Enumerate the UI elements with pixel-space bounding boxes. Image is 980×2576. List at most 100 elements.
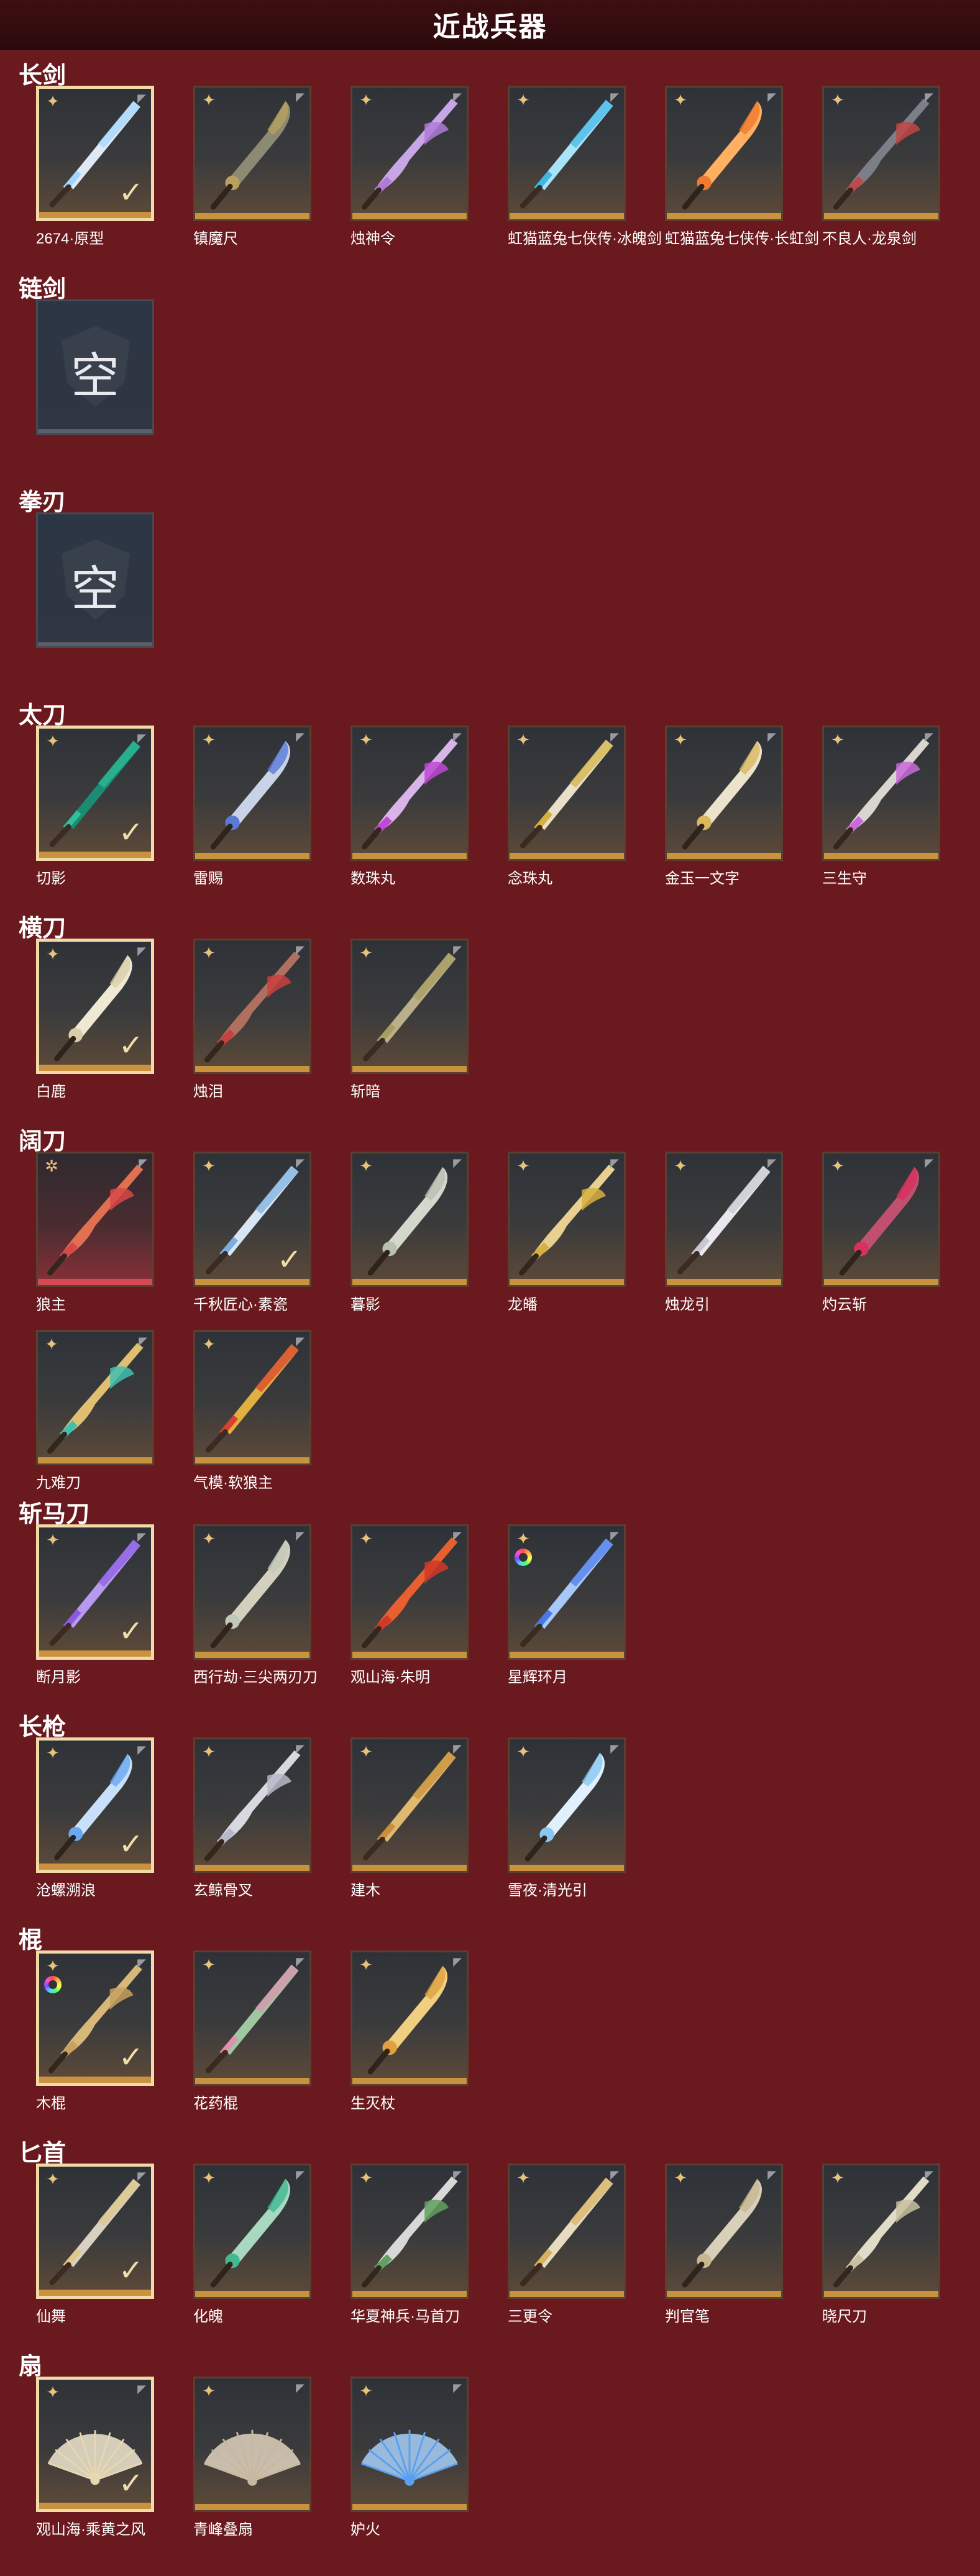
- weapon-card[interactable]: ◤ ✦ ✓: [36, 1524, 154, 1660]
- rarity-bar: [510, 213, 624, 219]
- weapon-slot[interactable]: ◤ ✦ 龙皤: [508, 1152, 630, 1332]
- weapon-card[interactable]: ◤ ✲: [36, 1152, 154, 1287]
- weapon-slot[interactable]: ◤ ✦ 暮影: [350, 1152, 472, 1332]
- corner-mark-icon: ◤: [296, 1335, 305, 1347]
- weapon-slot[interactable]: 空: [36, 299, 158, 480]
- weapon-card[interactable]: ◤ ✦: [193, 2377, 311, 2512]
- corner-mark-icon: ◤: [296, 1955, 305, 1968]
- weapon-card[interactable]: ◤ ✦: [665, 726, 783, 861]
- weapon-slot[interactable]: ◤ ✦ 判官笔: [665, 2164, 787, 2344]
- weapon-name: 雪夜·清光引: [508, 1882, 587, 1899]
- weapon-name: 数珠丸: [350, 870, 395, 887]
- weapon-slot[interactable]: ◤ ✦ ✓ 观山海·乘黄之风: [36, 2377, 158, 2557]
- weapon-card[interactable]: ◤ ✦: [193, 1330, 311, 1465]
- weapon-slot[interactable]: ◤ ✦ 不良人·龙泉剑: [822, 86, 944, 266]
- weapon-card[interactable]: ◤ ✦ ✓: [36, 2164, 154, 2299]
- check-icon: ✓: [118, 176, 144, 209]
- weapon-slot[interactable]: ◤ ✦ 三更令: [508, 2164, 630, 2344]
- weapon-slot[interactable]: ◤ ✦ 花药棍: [193, 1950, 315, 2131]
- weapon-card[interactable]: ◤ ✦ ✓: [36, 1737, 154, 1873]
- weapon-card[interactable]: ◤ ✦: [508, 726, 626, 861]
- weapon-card[interactable]: ◤ ✦: [508, 86, 626, 221]
- weapon-card[interactable]: ◤ ✦: [193, 86, 311, 221]
- weapon-card[interactable]: ◤ ✦: [350, 939, 469, 1074]
- weapon-card[interactable]: ◤ ✦: [822, 2164, 940, 2299]
- weapon-slot[interactable]: ◤ ✦ 青峰叠扇: [193, 2377, 315, 2557]
- weapon-slot[interactable]: ◤ ✦ ✓ 仙舞: [36, 2164, 158, 2344]
- weapon-slot[interactable]: ◤ ✦ ✓ 白鹿: [36, 939, 158, 1119]
- weapon-slot[interactable]: ◤ ✦ ✓ 沧螺溯浪: [36, 1737, 158, 1918]
- weapon-card[interactable]: ◤ ✦ ✓: [36, 1950, 154, 2086]
- weapon-slot[interactable]: ◤ ✦ 观山海·朱明: [350, 1524, 472, 1704]
- weapon-card[interactable]: ◤ ✦: [665, 86, 783, 221]
- weapon-slot[interactable]: ◤ ✦ 玄鲸骨叉: [193, 1737, 315, 1918]
- weapon-card[interactable]: ◤ ✦ ✓: [36, 2377, 154, 2512]
- rarity-bar: [352, 213, 467, 219]
- weapon-card[interactable]: ◤ ✦ ✓: [36, 939, 154, 1074]
- weapon-slot[interactable]: ◤ ✦ ✓ 断月影: [36, 1524, 158, 1704]
- weapon-card[interactable]: ◤ ✦ ✓: [36, 86, 154, 221]
- weapon-slot[interactable]: ◤ ✦ 数珠丸: [350, 726, 472, 906]
- weapon-slot[interactable]: ◤ ✦ 念珠丸: [508, 726, 630, 906]
- weapon-card[interactable]: ◤ ✦: [350, 1524, 469, 1660]
- weapon-slot[interactable]: ◤ ✦ 星辉环月: [508, 1524, 630, 1704]
- weapon-card[interactable]: ◤ ✦: [36, 1330, 154, 1465]
- weapon-card[interactable]: ◤ ✦: [350, 1737, 469, 1873]
- weapon-slot[interactable]: ◤ ✦ 雪夜·清光引: [508, 1737, 630, 1918]
- weapon-card[interactable]: ◤ ✦: [350, 1950, 469, 2086]
- weapon-slot[interactable]: ◤ ✦ 烛泪: [193, 939, 315, 1119]
- weapon-card[interactable]: ◤ ✦: [193, 939, 311, 1074]
- weapon-slot[interactable]: ◤ ✦ 气模·软狼主: [193, 1330, 315, 1510]
- weapon-card[interactable]: ◤ ✦ ✓: [193, 1152, 311, 1287]
- weapon-card[interactable]: ◤ ✦: [350, 2377, 469, 2512]
- weapon-slot[interactable]: ◤ ✦ 化魄: [193, 2164, 315, 2344]
- weapon-slot[interactable]: ◤ ✦ 烛龙引: [665, 1152, 787, 1332]
- weapon-slot[interactable]: ◤ ✦ 生灭杖: [350, 1950, 472, 2131]
- weapon-card[interactable]: ◤ ✦: [193, 1524, 311, 1660]
- weapon-card[interactable]: ◤ ✦: [193, 1737, 311, 1873]
- weapon-slot[interactable]: ◤ ✦ 镇魔尺: [193, 86, 315, 266]
- weapon-slot[interactable]: ◤ ✲ 狼主: [36, 1152, 158, 1332]
- weapon-card[interactable]: ◤ ✦: [508, 1737, 626, 1873]
- empty-slot-card[interactable]: 空: [36, 299, 154, 435]
- weapon-card[interactable]: ◤ ✦: [822, 726, 940, 861]
- weapon-card[interactable]: ◤ ✦: [822, 86, 940, 221]
- weapon-slot[interactable]: ◤ ✦ 虹猫蓝兔七侠传·冰魄剑: [508, 86, 662, 266]
- weapon-card[interactable]: ◤ ✦: [508, 2164, 626, 2299]
- rarity-bar: [352, 853, 467, 859]
- weapon-slot[interactable]: 空: [36, 512, 158, 693]
- weapon-card[interactable]: ◤ ✦ ✓: [36, 726, 154, 861]
- weapon-slot[interactable]: ◤ ✦ 金玉一文字: [665, 726, 787, 906]
- weapon-card[interactable]: ◤ ✦: [350, 2164, 469, 2299]
- weapon-card[interactable]: ◤ ✦: [350, 1152, 469, 1287]
- empty-slot-card[interactable]: 空: [36, 512, 154, 648]
- weapon-card[interactable]: ◤ ✦: [193, 1950, 311, 2086]
- weapon-slot[interactable]: ◤ ✦ 建木: [350, 1737, 472, 1918]
- weapon-slot[interactable]: ◤ ✦ 晓尺刀: [822, 2164, 944, 2344]
- weapon-slot[interactable]: ◤ ✦ ✓ 切影: [36, 726, 158, 906]
- corner-mark-icon: ◤: [610, 2169, 619, 2181]
- weapon-card[interactable]: ◤ ✦: [665, 1152, 783, 1287]
- weapon-card[interactable]: ◤ ✦: [350, 726, 469, 861]
- weapon-slot[interactable]: ◤ ✦ 雷赐: [193, 726, 315, 906]
- weapon-slot[interactable]: ◤ ✦ 九难刀: [36, 1330, 158, 1510]
- weapon-slot[interactable]: ◤ ✦ 西行劫·三尖两刃刀: [193, 1524, 318, 1704]
- weapon-slot[interactable]: ◤ ✦ 烛神令: [350, 86, 472, 266]
- weapon-slot[interactable]: ◤ ✦ 虹猫蓝兔七侠传·长虹剑: [665, 86, 819, 266]
- weapon-slot[interactable]: ◤ ✦ 灼云斩: [822, 1152, 944, 1332]
- weapon-slot[interactable]: ◤ ✦ 华夏神兵·马首刀: [350, 2164, 472, 2344]
- weapon-card[interactable]: ◤ ✦: [822, 1152, 940, 1287]
- weapon-slot[interactable]: ◤ ✦ 斩暗: [350, 939, 472, 1119]
- weapon-card[interactable]: ◤ ✦: [508, 1152, 626, 1287]
- weapon-slot[interactable]: ◤ ✦ ✓ 2674·原型: [36, 86, 158, 266]
- weapon-card[interactable]: ◤ ✦: [193, 726, 311, 861]
- weapon-slot[interactable]: ◤ ✦ ✓ 千秋匠心·素瓷: [193, 1152, 315, 1332]
- weapon-card[interactable]: ◤ ✦: [193, 2164, 311, 2299]
- weapon-slot[interactable]: ◤ ✦ 三生守: [822, 726, 944, 906]
- weapon-slot[interactable]: ◤ ✦ 妒火: [350, 2377, 472, 2557]
- weapon-slot[interactable]: ◤ ✦ ✓ 木棍: [36, 1950, 158, 2131]
- weapon-card[interactable]: ◤ ✦: [508, 1524, 626, 1660]
- rarity-bar: [39, 1065, 151, 1071]
- weapon-card[interactable]: ◤ ✦: [665, 2164, 783, 2299]
- weapon-card[interactable]: ◤ ✦: [350, 86, 469, 221]
